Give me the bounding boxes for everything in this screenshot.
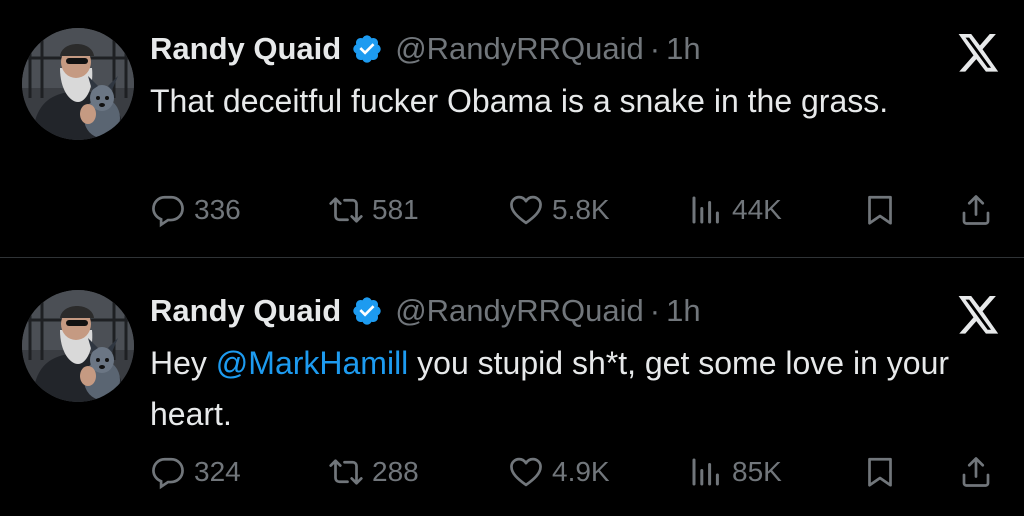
views-bar-chart-icon: [688, 192, 724, 228]
view-count: 85K: [732, 456, 782, 487]
timestamp[interactable]: 1h: [666, 31, 700, 67]
x-logo-icon: [958, 34, 1000, 72]
reply-bubble-icon: [150, 454, 186, 490]
author-handle[interactable]: @RandyRRQuaid: [395, 31, 644, 67]
retweet-icon: [328, 454, 364, 490]
heart-icon: [508, 454, 544, 490]
retweet-button[interactable]: 581: [328, 190, 419, 230]
separator-dot: ·: [649, 293, 661, 328]
like-button[interactable]: 4.9K: [508, 452, 610, 492]
retweet-count: 581: [372, 194, 419, 225]
timestamp[interactable]: 1h: [666, 293, 700, 329]
verified-badge-icon: [351, 295, 383, 327]
reply-count: 324: [194, 456, 241, 487]
like-count: 4.9K: [552, 456, 610, 487]
tweet-card[interactable]: Randy Quaid @RandyRRQuaid · 1h Hey @Mark…: [0, 262, 1024, 516]
tweet-header: Randy Quaid @RandyRRQuaid · 1h: [150, 30, 701, 68]
tweet-header: Randy Quaid @RandyRRQuaid · 1h: [150, 292, 701, 330]
heart-icon: [508, 192, 544, 228]
tweet-card[interactable]: Randy Quaid @RandyRRQuaid · 1h That dece…: [0, 0, 1024, 254]
action-bar: 336 581 5.8K 44K: [0, 190, 1024, 230]
mention-link[interactable]: @MarkHamill: [216, 345, 408, 381]
retweet-count: 288: [372, 456, 419, 487]
avatar[interactable]: [22, 28, 134, 140]
tweet-text-content: That deceitful fucker Obama is a snake i…: [150, 83, 889, 119]
tweet-text: Hey @MarkHamill you stupid sh*t, get som…: [150, 338, 1010, 440]
separator-dot: ·: [649, 31, 661, 66]
author-name[interactable]: Randy Quaid: [150, 293, 341, 329]
reply-bubble-icon: [150, 192, 186, 228]
view-count: 44K: [732, 194, 782, 225]
author-handle[interactable]: @RandyRRQuaid: [395, 293, 644, 329]
like-button[interactable]: 5.8K: [508, 190, 610, 230]
like-count: 5.8K: [552, 194, 610, 225]
verified-badge-icon: [351, 33, 383, 65]
avatar[interactable]: [22, 290, 134, 402]
action-bar: 324 288 4.9K 85K: [0, 452, 1024, 492]
share-button[interactable]: [958, 452, 994, 492]
views-button[interactable]: 85K: [688, 452, 782, 492]
reply-button[interactable]: 324: [150, 452, 241, 492]
bookmark-icon: [862, 454, 898, 490]
reply-button[interactable]: 336: [150, 190, 241, 230]
tweet-text: That deceitful fucker Obama is a snake i…: [150, 76, 1010, 127]
bookmark-button[interactable]: [862, 190, 898, 230]
tweet-text-content: Hey: [150, 345, 216, 381]
views-button[interactable]: 44K: [688, 190, 782, 230]
share-button[interactable]: [958, 190, 994, 230]
reply-count: 336: [194, 194, 241, 225]
retweet-icon: [328, 192, 364, 228]
author-name[interactable]: Randy Quaid: [150, 31, 341, 67]
divider: [0, 257, 1024, 258]
x-logo-icon: [958, 296, 1000, 334]
bookmark-icon: [862, 192, 898, 228]
share-upload-icon: [958, 192, 994, 228]
bookmark-button[interactable]: [862, 452, 898, 492]
share-upload-icon: [958, 454, 994, 490]
views-bar-chart-icon: [688, 454, 724, 490]
retweet-button[interactable]: 288: [328, 452, 419, 492]
